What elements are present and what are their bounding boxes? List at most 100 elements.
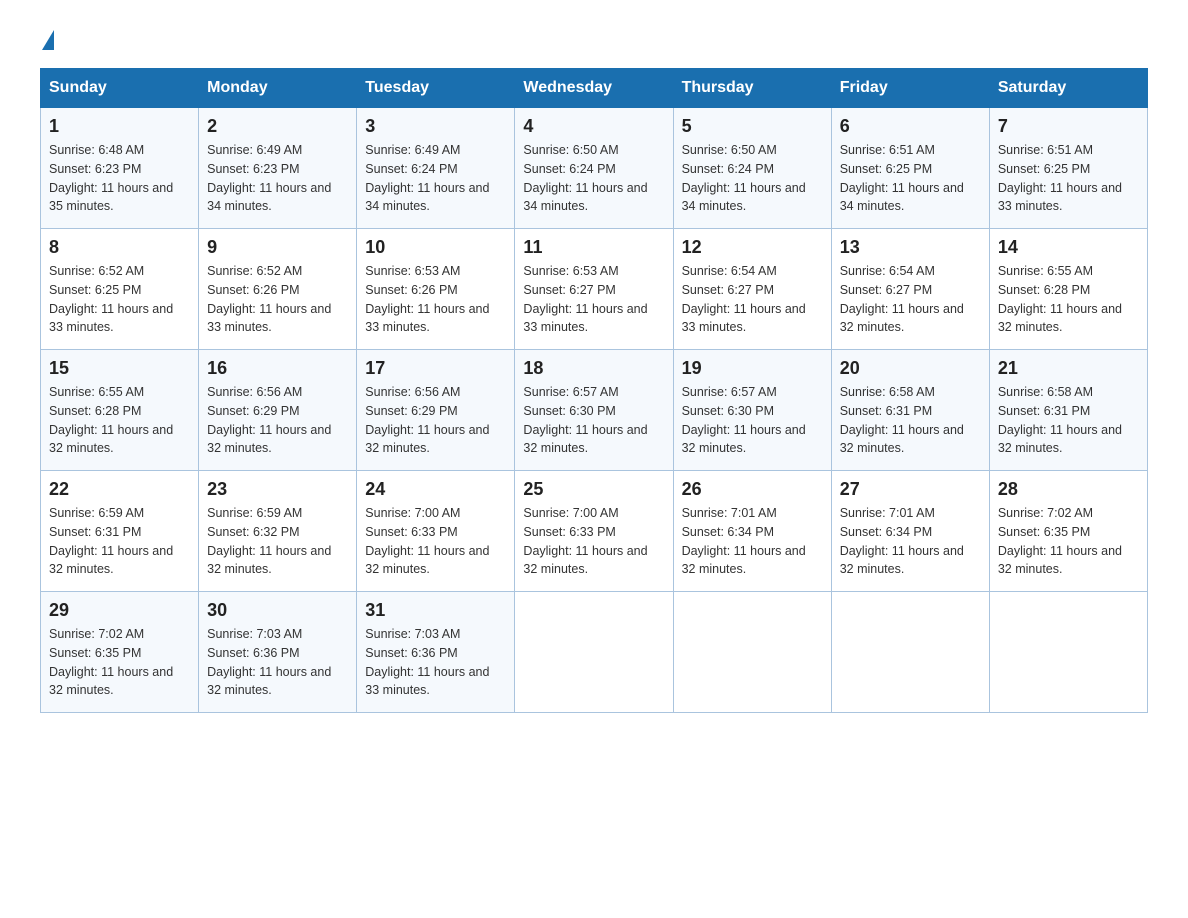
- day-number: 12: [682, 237, 823, 258]
- day-info: Sunrise: 6:54 AMSunset: 6:27 PMDaylight:…: [682, 262, 823, 337]
- day-info: Sunrise: 6:55 AMSunset: 6:28 PMDaylight:…: [998, 262, 1139, 337]
- day-info: Sunrise: 6:59 AMSunset: 6:32 PMDaylight:…: [207, 504, 348, 579]
- calendar-day-cell: 3Sunrise: 6:49 AMSunset: 6:24 PMDaylight…: [357, 108, 515, 229]
- calendar-week-row: 29Sunrise: 7:02 AMSunset: 6:35 PMDayligh…: [41, 592, 1148, 713]
- day-info: Sunrise: 6:52 AMSunset: 6:26 PMDaylight:…: [207, 262, 348, 337]
- page-header: [40, 30, 1148, 48]
- day-info: Sunrise: 6:51 AMSunset: 6:25 PMDaylight:…: [998, 141, 1139, 216]
- calendar-day-cell: 31 Sunrise: 7:03 AMSunset: 6:36 PMDayligh…: [357, 592, 515, 713]
- day-number: 24: [365, 479, 506, 500]
- day-info: Sunrise: 6:50 AMSunset: 6:24 PMDaylight:…: [523, 141, 664, 216]
- calendar-day-cell: 20 Sunrise: 6:58 AMSunset: 6:31 PMDayligh…: [831, 350, 989, 471]
- day-number: 6: [840, 116, 981, 137]
- day-number: 15: [49, 358, 190, 379]
- day-info: Sunrise: 6:53 AMSunset: 6:27 PMDaylight:…: [523, 262, 664, 337]
- day-number: 19: [682, 358, 823, 379]
- calendar-day-cell: 17 Sunrise: 6:56 AMSunset: 6:29 PMDayligh…: [357, 350, 515, 471]
- day-number: 20: [840, 358, 981, 379]
- calendar-day-cell: 29Sunrise: 7:02 AMSunset: 6:35 PMDayligh…: [41, 592, 199, 713]
- day-number: 25: [523, 479, 664, 500]
- day-number: 7: [998, 116, 1139, 137]
- calendar-day-cell: 27 Sunrise: 7:01 AMSunset: 6:34 PMDayligh…: [831, 471, 989, 592]
- day-number: 1: [49, 116, 190, 137]
- day-info: Sunrise: 6:51 AMSunset: 6:25 PMDaylight:…: [840, 141, 981, 216]
- day-number: 29: [49, 600, 190, 621]
- day-info: Sunrise: 6:57 AMSunset: 6:30 PMDaylight:…: [523, 383, 664, 458]
- day-info: Sunrise: 6:49 AMSunset: 6:23 PMDaylight:…: [207, 141, 348, 216]
- day-info: Sunrise: 6:58 AMSunset: 6:31 PMDaylight:…: [840, 383, 981, 458]
- day-number: 13: [840, 237, 981, 258]
- calendar-body: 1 Sunrise: 6:48 AMSunset: 6:23 PMDaylight…: [41, 108, 1148, 713]
- day-number: 18: [523, 358, 664, 379]
- day-info: Sunrise: 6:57 AMSunset: 6:30 PMDaylight:…: [682, 383, 823, 458]
- day-number: 16: [207, 358, 348, 379]
- day-number: 9: [207, 237, 348, 258]
- day-info: Sunrise: 6:49 AMSunset: 6:24 PMDaylight:…: [365, 141, 506, 216]
- calendar-day-cell: 30Sunrise: 7:03 AMSunset: 6:36 PMDayligh…: [199, 592, 357, 713]
- weekday-header-cell: Monday: [199, 69, 357, 108]
- calendar-day-cell: 25 Sunrise: 7:00 AMSunset: 6:33 PMDayligh…: [515, 471, 673, 592]
- day-info: Sunrise: 6:52 AMSunset: 6:25 PMDaylight:…: [49, 262, 190, 337]
- calendar-day-cell: 15 Sunrise: 6:55 AMSunset: 6:28 PMDayligh…: [41, 350, 199, 471]
- calendar-day-cell: 22 Sunrise: 6:59 AMSunset: 6:31 PMDayligh…: [41, 471, 199, 592]
- calendar-day-cell: 19 Sunrise: 6:57 AMSunset: 6:30 PMDayligh…: [673, 350, 831, 471]
- calendar-day-cell: [831, 592, 989, 713]
- calendar-day-cell: 16Sunrise: 6:56 AMSunset: 6:29 PMDayligh…: [199, 350, 357, 471]
- day-number: 22: [49, 479, 190, 500]
- day-number: 30: [207, 600, 348, 621]
- calendar-day-cell: 14 Sunrise: 6:55 AMSunset: 6:28 PMDayligh…: [989, 229, 1147, 350]
- calendar-day-cell: 13 Sunrise: 6:54 AMSunset: 6:27 PMDayligh…: [831, 229, 989, 350]
- weekday-header-cell: Sunday: [41, 69, 199, 108]
- calendar-day-cell: 21 Sunrise: 6:58 AMSunset: 6:31 PMDayligh…: [989, 350, 1147, 471]
- day-number: 14: [998, 237, 1139, 258]
- day-info: Sunrise: 7:02 AMSunset: 6:35 PMDaylight:…: [998, 504, 1139, 579]
- weekday-header-cell: Thursday: [673, 69, 831, 108]
- calendar-day-cell: [673, 592, 831, 713]
- calendar-day-cell: 2 Sunrise: 6:49 AMSunset: 6:23 PMDaylight…: [199, 108, 357, 229]
- day-number: 17: [365, 358, 506, 379]
- logo: [40, 30, 54, 48]
- day-info: Sunrise: 6:54 AMSunset: 6:27 PMDaylight:…: [840, 262, 981, 337]
- day-info: Sunrise: 7:00 AMSunset: 6:33 PMDaylight:…: [365, 504, 506, 579]
- day-number: 31: [365, 600, 506, 621]
- calendar-day-cell: 24 Sunrise: 7:00 AMSunset: 6:33 PMDayligh…: [357, 471, 515, 592]
- day-number: 21: [998, 358, 1139, 379]
- day-number: 27: [840, 479, 981, 500]
- calendar-day-cell: 1 Sunrise: 6:48 AMSunset: 6:23 PMDaylight…: [41, 108, 199, 229]
- calendar-day-cell: 28 Sunrise: 7:02 AMSunset: 6:35 PMDayligh…: [989, 471, 1147, 592]
- day-info: Sunrise: 6:59 AMSunset: 6:31 PMDaylight:…: [49, 504, 190, 579]
- weekday-header-cell: Friday: [831, 69, 989, 108]
- calendar-week-row: 22 Sunrise: 6:59 AMSunset: 6:31 PMDayligh…: [41, 471, 1148, 592]
- day-info: Sunrise: 7:00 AMSunset: 6:33 PMDaylight:…: [523, 504, 664, 579]
- day-info: Sunrise: 7:01 AMSunset: 6:34 PMDaylight:…: [840, 504, 981, 579]
- weekday-header-cell: Tuesday: [357, 69, 515, 108]
- day-number: 5: [682, 116, 823, 137]
- calendar-week-row: 15 Sunrise: 6:55 AMSunset: 6:28 PMDayligh…: [41, 350, 1148, 471]
- day-number: 11: [523, 237, 664, 258]
- day-info: Sunrise: 6:58 AMSunset: 6:31 PMDaylight:…: [998, 383, 1139, 458]
- calendar-day-cell: 5 Sunrise: 6:50 AMSunset: 6:24 PMDaylight…: [673, 108, 831, 229]
- calendar-day-cell: 12 Sunrise: 6:54 AMSunset: 6:27 PMDayligh…: [673, 229, 831, 350]
- day-number: 10: [365, 237, 506, 258]
- calendar-table: SundayMondayTuesdayWednesdayThursdayFrid…: [40, 68, 1148, 713]
- day-info: Sunrise: 6:50 AMSunset: 6:24 PMDaylight:…: [682, 141, 823, 216]
- calendar-day-cell: 7 Sunrise: 6:51 AMSunset: 6:25 PMDaylight…: [989, 108, 1147, 229]
- calendar-day-cell: 26 Sunrise: 7:01 AMSunset: 6:34 PMDayligh…: [673, 471, 831, 592]
- day-info: Sunrise: 7:01 AMSunset: 6:34 PMDaylight:…: [682, 504, 823, 579]
- day-info: Sunrise: 6:48 AMSunset: 6:23 PMDaylight:…: [49, 141, 190, 216]
- calendar-day-cell: [515, 592, 673, 713]
- calendar-week-row: 8 Sunrise: 6:52 AMSunset: 6:25 PMDaylight…: [41, 229, 1148, 350]
- day-info: Sunrise: 6:55 AMSunset: 6:28 PMDaylight:…: [49, 383, 190, 458]
- day-number: 2: [207, 116, 348, 137]
- weekday-header-cell: Saturday: [989, 69, 1147, 108]
- day-number: 8: [49, 237, 190, 258]
- day-info: Sunrise: 6:56 AMSunset: 6:29 PMDaylight:…: [365, 383, 506, 458]
- calendar-day-cell: 23 Sunrise: 6:59 AMSunset: 6:32 PMDayligh…: [199, 471, 357, 592]
- logo-triangle-icon: [42, 30, 54, 50]
- day-number: 23: [207, 479, 348, 500]
- day-number: 26: [682, 479, 823, 500]
- day-info: Sunrise: 7:03 AMSunset: 6:36 PMDaylight:…: [365, 625, 506, 700]
- calendar-day-cell: 9 Sunrise: 6:52 AMSunset: 6:26 PMDaylight…: [199, 229, 357, 350]
- day-number: 28: [998, 479, 1139, 500]
- day-info: Sunrise: 6:53 AMSunset: 6:26 PMDaylight:…: [365, 262, 506, 337]
